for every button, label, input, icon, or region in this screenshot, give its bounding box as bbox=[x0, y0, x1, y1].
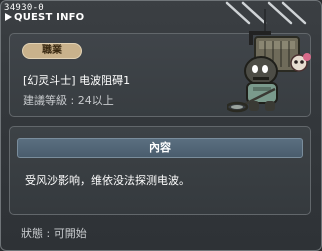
window-title: QUEST INFO bbox=[14, 12, 85, 23]
title-bullet-icon bbox=[5, 13, 12, 21]
category-badge: 職業 bbox=[22, 43, 82, 59]
content-header: 內容 bbox=[17, 138, 303, 158]
quest-info-window: 34930-0 QUEST INFO 職業 [幻灵斗士] 电波阻碍1 建議等級 … bbox=[0, 0, 322, 251]
quest-name: [幻灵斗士] 电波阻碍1 bbox=[23, 74, 131, 87]
quest-status: 狀態 : 可開始 bbox=[21, 227, 87, 240]
level-requirement: 建議等級 : 24以上 bbox=[23, 94, 114, 107]
content-description: 受风沙影响，维依没法探测电波。 bbox=[25, 174, 190, 187]
robot-npc-icon bbox=[227, 31, 311, 113]
